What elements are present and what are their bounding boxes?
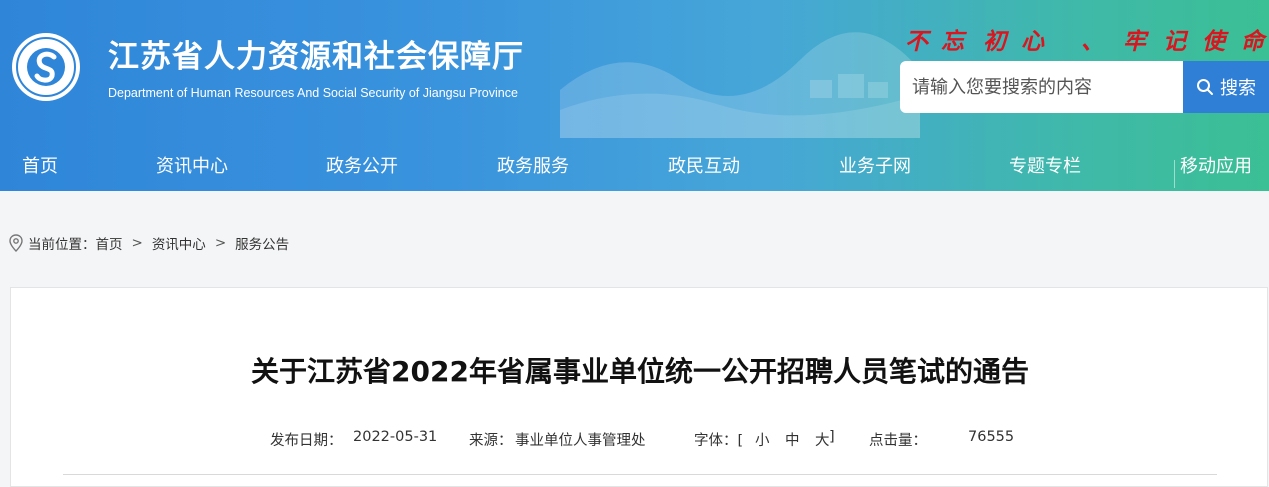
breadcrumb-separator: >: [214, 235, 227, 251]
font-medium-button[interactable]: 中: [785, 429, 800, 450]
slogan-char: 初: [983, 28, 1006, 55]
nav-item-home[interactable]: 首页: [22, 152, 58, 178]
breadcrumb-news[interactable]: 资讯中心: [152, 233, 206, 253]
font-size-label: 字体：[: [694, 433, 744, 449]
nav-divider: [1174, 160, 1175, 188]
hits-count: 76555: [968, 429, 1015, 445]
main-nav: 首页 资讯中心 政务公开 政务服务 政民互动 业务子网 专题专栏 移动应用: [0, 138, 1269, 191]
breadcrumb-notices[interactable]: 服务公告: [235, 233, 289, 253]
slogan-char: 心: [1021, 28, 1044, 55]
nav-item-gov-open[interactable]: 政务公开: [326, 152, 398, 178]
department-logo: [12, 33, 80, 101]
slogan-char: 使: [1202, 28, 1225, 55]
site-header: 江苏省人力资源和社会保障厅 Department of Human Resour…: [0, 0, 1269, 191]
slogan-char: 忘: [941, 28, 964, 55]
site-subtitle: Department of Human Resources And Social…: [108, 86, 518, 100]
breadcrumb: 当前位置： 首页 > 资讯中心 > 服务公告: [8, 233, 289, 253]
font-small-button[interactable]: 小: [755, 429, 770, 450]
location-pin-icon: [9, 234, 23, 252]
slogan-char: 命: [1241, 28, 1264, 55]
slogan-char: 记: [1163, 28, 1186, 55]
slogan-char: 牢: [1123, 28, 1146, 55]
landscape-illustration: [560, 32, 920, 138]
slogan: 不 忘 初 心 、 牢 记 使 命: [905, 22, 1267, 56]
slogan-char: 、: [1081, 28, 1104, 55]
publish-date: 2022-05-31: [353, 429, 438, 445]
search-button-label: 搜索: [1220, 78, 1256, 99]
breadcrumb-prefix: 当前位置：: [28, 237, 96, 253]
nav-item-news[interactable]: 资讯中心: [156, 152, 228, 178]
breadcrumb-separator: >: [131, 235, 143, 251]
nav-item-gov-service[interactable]: 政务服务: [497, 152, 569, 178]
article-card: 关于江苏省2022年省属事业单位统一公开招聘人员笔试的通告 发布日期： 2022…: [10, 287, 1268, 487]
search-icon: [1197, 79, 1213, 95]
publish-date-label: 发布日期：: [270, 433, 343, 449]
search-button[interactable]: 搜索: [1183, 61, 1269, 113]
font-size-close: ]: [829, 429, 835, 445]
search-input[interactable]: [900, 61, 1183, 113]
breadcrumb-home[interactable]: 首页: [96, 233, 123, 253]
source-value: 事业单位人事管理处: [515, 433, 646, 449]
font-large-button[interactable]: 大: [815, 429, 830, 450]
nav-item-sub-sites[interactable]: 业务子网: [839, 152, 911, 178]
site-title: 江苏省人力资源和社会保障厅: [108, 39, 524, 75]
article-title: 关于江苏省2022年省属事业单位统一公开招聘人员笔试的通告: [251, 355, 1029, 388]
slogan-char: 不: [905, 28, 928, 55]
nav-item-interaction[interactable]: 政民互动: [668, 152, 740, 178]
hits-label: 点击量：: [869, 433, 927, 449]
divider: [63, 474, 1217, 475]
nav-item-mobile[interactable]: 移动应用: [1180, 152, 1252, 178]
search-box: 搜索: [900, 61, 1269, 113]
nav-item-topics[interactable]: 专题专栏: [1009, 152, 1081, 178]
source-label: 来源：: [469, 433, 513, 449]
